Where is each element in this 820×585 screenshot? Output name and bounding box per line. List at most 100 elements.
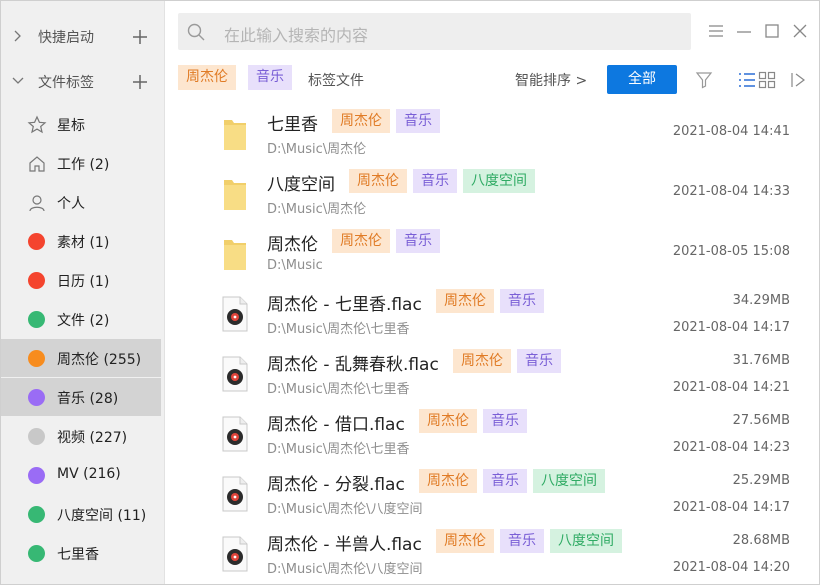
chevron-right-icon[interactable] [11,29,25,43]
file-name: 周杰伦 - 借口.flac [267,415,405,435]
maximize-icon[interactable] [764,23,780,39]
filter-bar: 周杰伦 音乐 标签文件 智能排序 > 全部 [178,65,819,94]
sidebar-item-label: 星标 [57,118,85,134]
app-window: 快捷启动 文件标签 星标 工作 (2) 个人 素材 (1) 日历 (1) 文件 … [0,0,820,585]
sidebar-item-material[interactable]: 素材 (1) [1,222,161,260]
file-size: 25.29MB [732,473,790,488]
file-name: 周杰伦 [267,235,318,255]
audio-file-icon [222,356,248,392]
tag-color-dot [28,545,45,562]
sort-button[interactable]: 智能排序 > [515,70,587,90]
audio-file-icon [222,476,248,512]
sidebar-item-personal[interactable]: 个人 [1,183,161,221]
tag-chip[interactable]: 周杰伦 [453,349,511,373]
sidebar-item-video[interactable]: 视频 (227) [1,417,161,455]
tag-chip[interactable]: 周杰伦 [436,289,494,313]
tag-chip[interactable]: 八度空间 [533,469,605,493]
tag-chip[interactable]: 周杰伦 [332,109,390,133]
file-row[interactable]: 周杰伦 - 分裂.flac D:\Music\周杰伦\八度空间 25.29MB 202… [178,464,798,524]
tag-color-dot [28,311,45,328]
file-path: D:\Music [267,258,323,273]
folder-icon [224,180,246,210]
file-size: 31.76MB [732,353,790,368]
folder-row[interactable]: 周杰伦 D:\Music 2021-08-05 15:08 周杰伦 音乐 [178,224,798,284]
tag-chip[interactable]: 音乐 [517,349,561,373]
chevron-down-icon[interactable] [11,74,25,88]
file-path: D:\Music\周杰伦\八度空间 [267,502,423,517]
section-quick-launch[interactable]: 快捷启动 [1,17,165,56]
sidebar-item-file[interactable]: 文件 (2) [1,300,161,338]
folder-row[interactable]: 七里香 D:\Music\周杰伦 2021-08-04 14:41 周杰伦 音乐 [178,104,798,164]
minimize-icon[interactable] [736,23,752,39]
tag-chip[interactable]: 音乐 [500,529,544,553]
file-date: 2021-08-04 14:17 [672,500,790,515]
sidebar-item-qilixiang[interactable]: 七里香 [1,534,161,572]
file-row[interactable]: 周杰伦 - 半兽人.flac D:\Music\周杰伦\八度空间 28.68MB 20… [178,524,798,584]
close-icon[interactable] [792,23,808,39]
panel-toggle-icon[interactable] [790,71,808,89]
active-tag-chip[interactable]: 音乐 [248,65,292,90]
audio-file-icon [222,296,248,332]
all-button[interactable]: 全部 [607,65,677,94]
search-input[interactable]: 在此输入搜索的内容 [224,22,368,46]
sidebar-item-calendar[interactable]: 日历 (1) [1,261,161,299]
file-date: 2021-08-04 14:23 [672,440,790,455]
tag-chip[interactable]: 音乐 [483,469,527,493]
add-icon[interactable] [131,28,149,46]
person-icon [29,195,45,212]
tag-chip[interactable]: 周杰伦 [419,409,477,433]
section-file-tags[interactable]: 文件标签 [1,62,165,101]
list-view-icon[interactable] [738,71,756,89]
tag-color-dot [28,272,45,289]
search-bar[interactable]: 在此输入搜索的内容 [178,13,691,50]
audio-file-icon [222,536,248,572]
tag-chip[interactable]: 音乐 [396,109,440,133]
tag-chip[interactable]: 八度空间 [550,529,622,553]
file-name: 周杰伦 - 七里香.flac [267,295,422,315]
add-icon[interactable] [131,73,149,91]
tag-chip[interactable]: 周杰伦 [332,229,390,253]
sidebar-item-work[interactable]: 工作 (2) [1,144,161,182]
grid-view-icon[interactable] [758,71,776,89]
tag-color-dot [28,233,45,250]
tag-chip[interactable]: 音乐 [396,229,440,253]
file-date: 2021-08-04 14:33 [672,184,790,199]
section-label: 文件标签 [38,74,94,91]
sidebar-item-mv[interactable]: MV (216) [1,456,161,494]
tag-color-dot [28,467,45,484]
folder-icon [224,120,246,150]
menu-icon[interactable] [708,23,724,39]
file-row[interactable]: 周杰伦 - 借口.flac D:\Music\周杰伦\七里香 27.56MB 2021… [178,404,798,464]
tag-chip[interactable]: 周杰伦 [419,469,477,493]
active-tag-chip[interactable]: 周杰伦 [178,65,236,90]
sidebar-item-label: 日历 (1) [57,274,110,290]
sidebar-item-label: 视频 (227) [57,430,128,446]
folder-row[interactable]: 八度空间 D:\Music\周杰伦 2021-08-04 14:33 周杰伦 音乐 八度空… [178,164,798,224]
file-name: 周杰伦 - 半兽人.flac [267,535,422,555]
tag-chip[interactable]: 音乐 [500,289,544,313]
sidebar-item-label: 素材 (1) [57,235,110,251]
file-row[interactable]: 周杰伦 - 七里香.flac D:\Music\周杰伦\七里香 34.29MB 202… [178,284,798,344]
tag-chip[interactable]: 周杰伦 [349,169,407,193]
sidebar-item-jay-chou[interactable]: 周杰伦 (255) [1,339,161,377]
sidebar-item-badu-kongjian[interactable]: 八度空间 (11) [1,495,161,533]
file-path: D:\Music\周杰伦\七里香 [267,382,410,397]
sidebar-item-label: 周杰伦 (255) [57,352,142,368]
filter-icon[interactable] [695,71,713,89]
sidebar-item-label: MV (216) [57,466,121,482]
sidebar-item-star[interactable]: 星标 [1,105,161,143]
file-date: 2021-08-04 14:21 [672,380,790,395]
sidebar-item-music[interactable]: 音乐 (28) [1,378,161,416]
file-name: 七里香 [267,115,318,135]
sidebar-item-label: 个人 [57,196,85,212]
file-path: D:\Music\周杰伦 [267,202,367,217]
tag-chip[interactable]: 音乐 [483,409,527,433]
tag-color-dot [28,389,45,406]
filter-label: 标签文件 [308,73,364,89]
file-date: 2021-08-04 14:20 [672,560,790,575]
file-size: 27.56MB [732,413,790,428]
tag-chip[interactable]: 八度空间 [463,169,535,193]
file-row[interactable]: 周杰伦 - 乱舞春秋.flac D:\Music\周杰伦\七里香 31.76MB 20… [178,344,798,404]
tag-chip[interactable]: 音乐 [413,169,457,193]
tag-chip[interactable]: 周杰伦 [436,529,494,553]
